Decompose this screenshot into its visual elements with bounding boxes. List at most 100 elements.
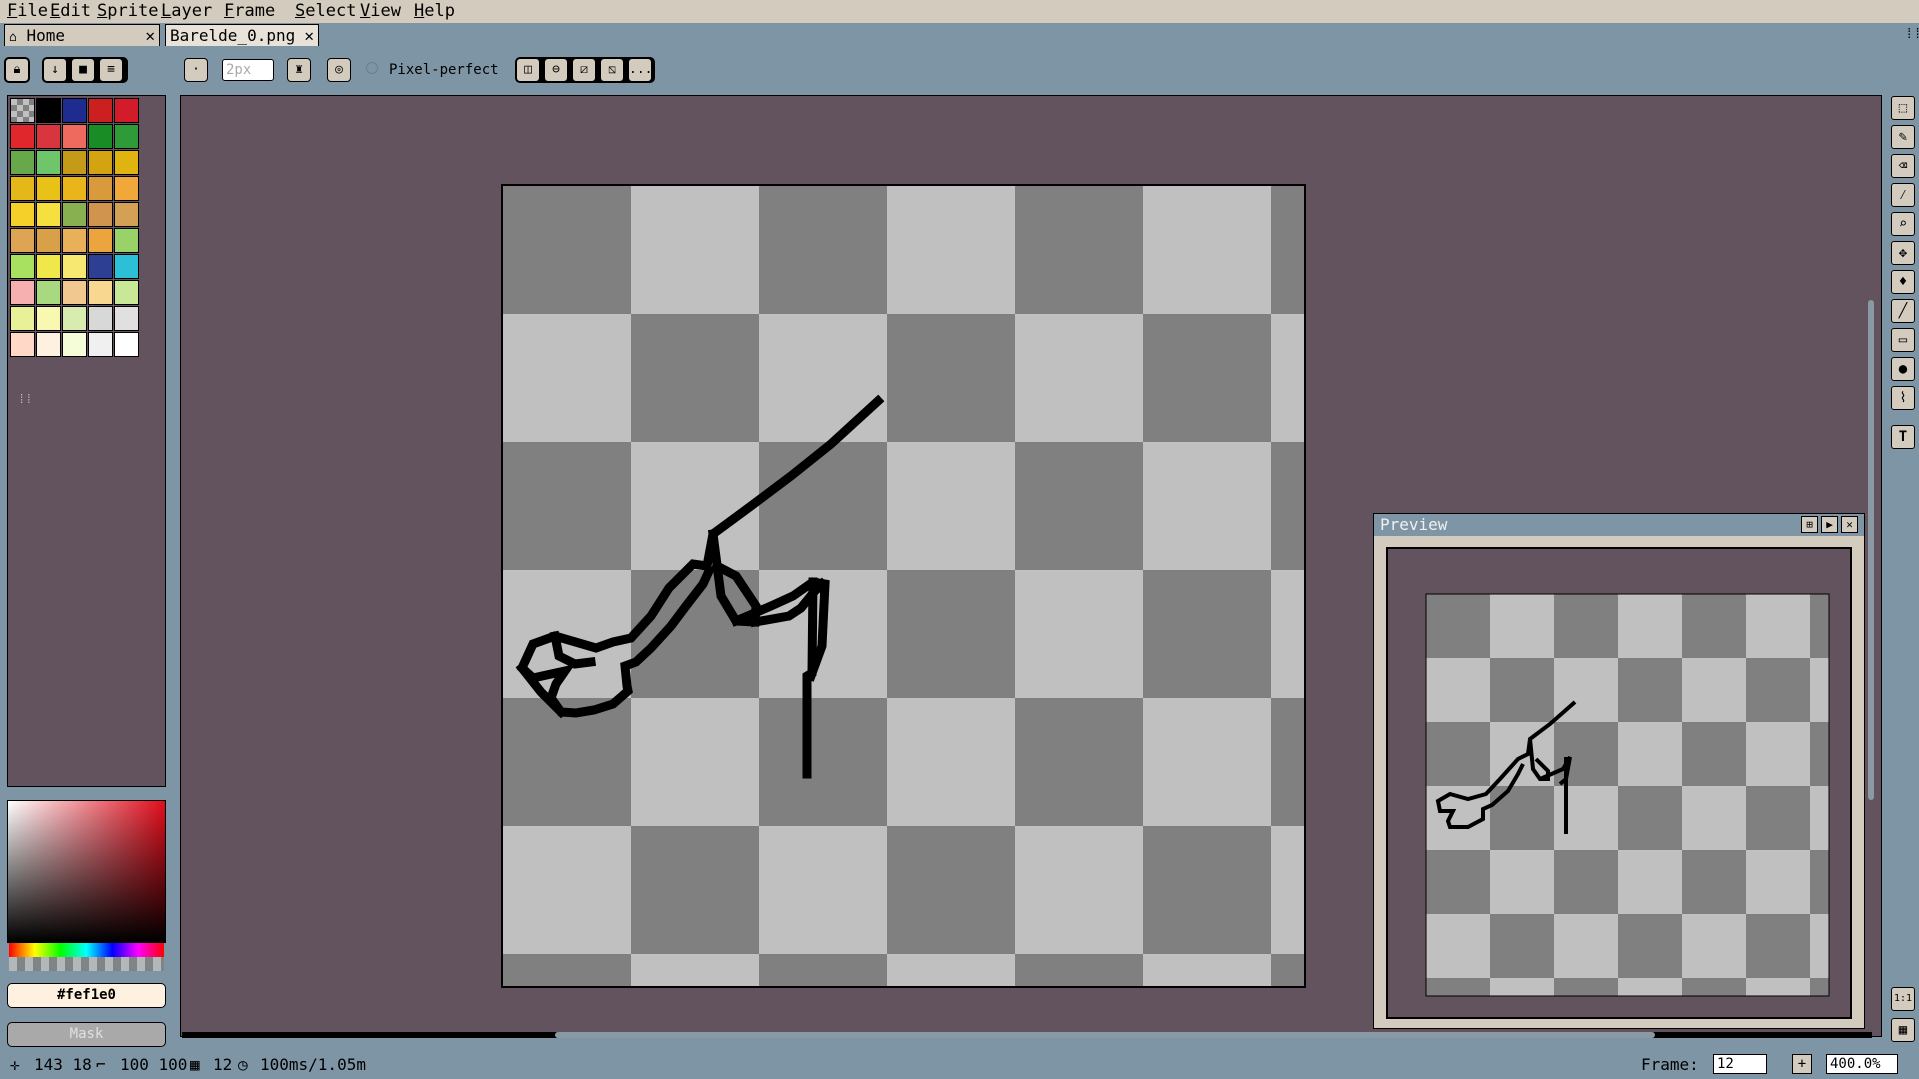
hue-slider[interactable]: [9, 943, 164, 957]
palette-swatch[interactable]: [88, 254, 113, 279]
hex-color-field[interactable]: #fef1e0: [7, 983, 166, 1008]
palette-swatch[interactable]: [36, 124, 61, 149]
menu-edit[interactable]: Edit: [50, 0, 91, 22]
palette-swatch[interactable]: [88, 228, 113, 253]
palette-swatch[interactable]: [10, 254, 35, 279]
palette-swatch[interactable]: [114, 332, 139, 357]
palette-swatch[interactable]: [88, 124, 113, 149]
move-tool-icon[interactable]: ✥: [1891, 241, 1915, 265]
palette-swatch[interactable]: [62, 306, 87, 331]
palette-swatch[interactable]: [36, 332, 61, 357]
ink-icon[interactable]: ♜: [287, 58, 311, 82]
symmetry-v-icon[interactable]: ⊖: [544, 58, 568, 82]
menu-frame[interactable]: Frame: [224, 0, 275, 22]
palette-swatch[interactable]: [62, 98, 87, 123]
palette-swatch[interactable]: [36, 280, 61, 305]
palette-swatch[interactable]: [114, 124, 139, 149]
add-frame-icon[interactable]: +: [1792, 1054, 1812, 1074]
palette-resize-grip[interactable]: ⁞⁞: [18, 392, 32, 407]
rectangle-tool-icon[interactable]: ▭: [1891, 328, 1915, 352]
line-tool-icon[interactable]: ╱: [1891, 299, 1915, 323]
palette-swatch[interactable]: [62, 332, 87, 357]
text-tool-icon[interactable]: T: [1891, 425, 1915, 449]
palette-swatch[interactable]: [10, 280, 35, 305]
palette-swatch[interactable]: [88, 176, 113, 201]
palette-swatch[interactable]: [88, 202, 113, 227]
preview-center-icon[interactable]: ⊞: [1801, 516, 1818, 533]
palette-swatch[interactable]: [62, 228, 87, 253]
eyedropper-tool-icon[interactable]: ⁄: [1891, 183, 1915, 207]
palette-swatch[interactable]: [10, 150, 35, 175]
palette-swatch[interactable]: [36, 202, 61, 227]
color-field[interactable]: [7, 800, 166, 943]
palette-swatch[interactable]: [88, 150, 113, 175]
marquee-tool-icon[interactable]: ⬚: [1891, 96, 1915, 120]
palette-swatch[interactable]: [36, 306, 61, 331]
preview-viewport[interactable]: [1386, 547, 1852, 1019]
palette-swatch[interactable]: [10, 228, 35, 253]
contour-tool-icon[interactable]: ●: [1891, 357, 1915, 381]
vertical-scrollbar[interactable]: [1868, 300, 1874, 800]
tab-file[interactable]: Barelde_0.png ✕: [165, 24, 319, 46]
tab-home[interactable]: ⌂ Home ✕: [4, 24, 160, 46]
palette-swatch[interactable]: [10, 176, 35, 201]
alpha-slider[interactable]: [9, 957, 164, 971]
palette-swatch[interactable]: [62, 176, 87, 201]
tabs-overflow-icon[interactable]: ⁞⁞: [1905, 26, 1919, 43]
palette-swatch[interactable]: [62, 124, 87, 149]
pencil-tool-icon[interactable]: ✎: [1891, 125, 1915, 149]
download-icon[interactable]: ↓: [43, 58, 67, 82]
palette-swatch[interactable]: [10, 202, 35, 227]
palette-swatch[interactable]: [62, 150, 87, 175]
pixel-perfect-checkbox[interactable]: [366, 62, 378, 74]
more-options-button[interactable]: ...: [628, 58, 652, 82]
zoom-1to1-icon[interactable]: 1:1: [1891, 987, 1915, 1011]
menu-lines-icon[interactable]: ≡: [99, 58, 123, 82]
palette-swatch[interactable]: [114, 150, 139, 175]
brush-size-input[interactable]: 2px: [222, 59, 274, 81]
palette-swatch[interactable]: [114, 98, 139, 123]
palette-swatch[interactable]: [10, 332, 35, 357]
palette-swatch[interactable]: [114, 176, 139, 201]
timeline-toggle-icon[interactable]: ▦: [1891, 1018, 1915, 1042]
symmetry-h-icon[interactable]: ◫: [516, 58, 540, 82]
palette-swatch[interactable]: [10, 98, 35, 123]
palette-swatch[interactable]: [88, 306, 113, 331]
dynamics-icon[interactable]: ◎: [327, 58, 351, 82]
palette-swatch[interactable]: [88, 280, 113, 305]
zoom-input[interactable]: 400.0%: [1826, 1054, 1898, 1074]
brush-shape-button[interactable]: ·: [184, 58, 208, 82]
menu-layer[interactable]: Layer: [161, 0, 212, 22]
palette-swatch[interactable]: [114, 228, 139, 253]
lock-icon[interactable]: 🔒︎: [5, 58, 29, 82]
preview-play-icon[interactable]: ▶: [1821, 516, 1838, 533]
frame-input[interactable]: 12: [1713, 1054, 1767, 1074]
palette-swatch[interactable]: [114, 280, 139, 305]
palette-swatch[interactable]: [88, 332, 113, 357]
paint-bucket-tool-icon[interactable]: ♦: [1891, 270, 1915, 294]
tab-file-close-icon[interactable]: ✕: [304, 25, 314, 47]
menu-sprite[interactable]: Sprite: [97, 0, 158, 22]
palette-swatch[interactable]: [62, 280, 87, 305]
menu-select[interactable]: Select: [295, 0, 356, 22]
palette-swatch[interactable]: [10, 306, 35, 331]
palette-swatch[interactable]: [36, 98, 61, 123]
horizontal-scrollbar[interactable]: [555, 1032, 1655, 1038]
menu-view[interactable]: View: [360, 0, 401, 22]
palette-swatch[interactable]: [36, 150, 61, 175]
palette-swatch[interactable]: [88, 98, 113, 123]
palette-swatch[interactable]: [36, 176, 61, 201]
symmetry-diag1-icon[interactable]: ⧄: [572, 58, 596, 82]
mask-button[interactable]: Mask: [7, 1022, 166, 1047]
preview-close-icon[interactable]: ✕: [1841, 516, 1858, 533]
symmetry-diag2-icon[interactable]: ⧅: [600, 58, 624, 82]
zoom-tool-icon[interactable]: ⌕: [1891, 212, 1915, 236]
menu-file[interactable]: File: [7, 0, 48, 22]
palette-swatch[interactable]: [62, 254, 87, 279]
palette-swatch[interactable]: [114, 306, 139, 331]
palette-swatch[interactable]: [114, 202, 139, 227]
palette-swatch[interactable]: [62, 202, 87, 227]
blur-tool-icon[interactable]: ⌇: [1891, 386, 1915, 410]
menu-help[interactable]: Help: [414, 0, 455, 22]
square-icon[interactable]: ■: [71, 58, 95, 82]
